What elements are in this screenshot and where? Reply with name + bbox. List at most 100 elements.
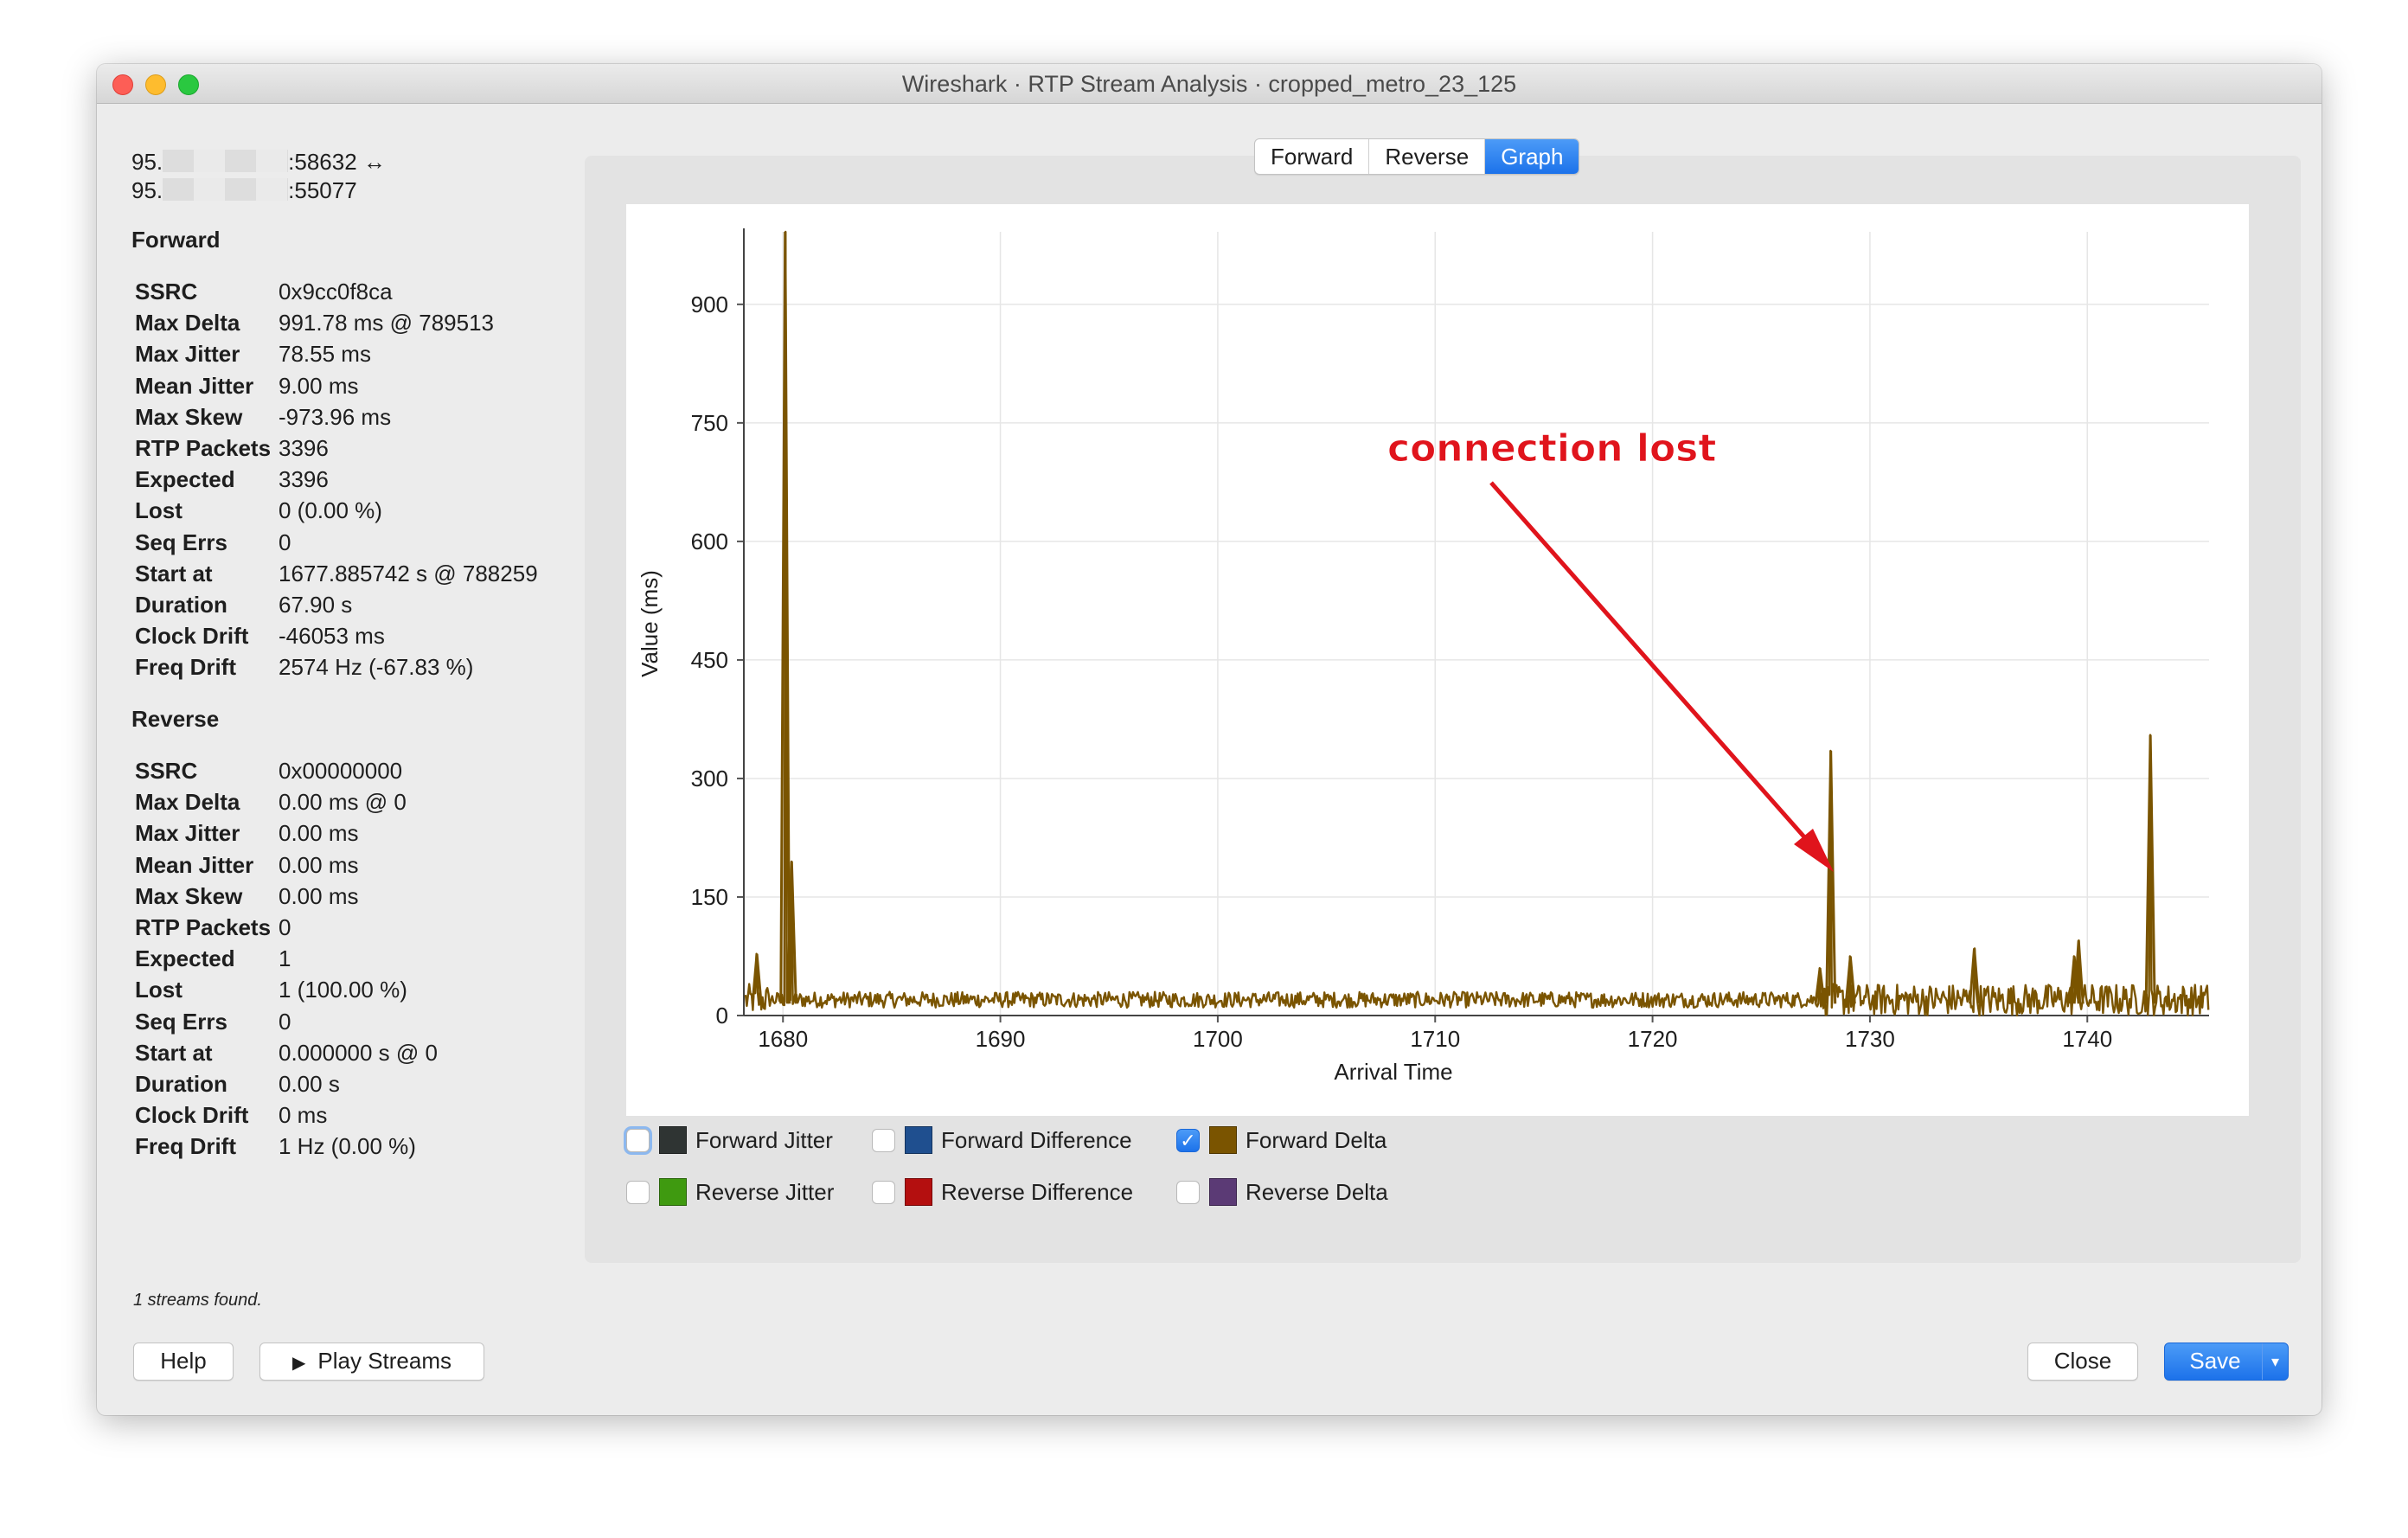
- stat-value: 0.00 ms: [279, 820, 359, 847]
- checkbox[interactable]: [626, 1129, 650, 1152]
- stat-value: 0x00000000: [279, 758, 403, 784]
- x-tick-label: 1710: [1410, 1026, 1460, 1052]
- play-icon: ▶: [292, 1354, 306, 1373]
- save-label: Save: [2189, 1348, 2241, 1374]
- stat-value: 0: [279, 914, 291, 940]
- title-bar: Wireshark · RTP Stream Analysis · croppe…: [97, 64, 2322, 104]
- forward-section-title: Forward: [131, 227, 221, 253]
- stat-value: 67.90 s: [279, 592, 353, 618]
- stat-key: Seq Errs: [135, 1008, 227, 1035]
- stat-key: Start at: [135, 1039, 213, 1066]
- y-tick-label: 450: [691, 647, 728, 673]
- stat-value: 0.00 ms @ 0: [279, 789, 407, 816]
- stat-key: Start at: [135, 560, 213, 586]
- window-title: Wireshark · RTP Stream Analysis · croppe…: [901, 71, 1517, 97]
- checkbox[interactable]: [872, 1181, 895, 1204]
- y-tick-label: 300: [691, 766, 728, 791]
- stat-key: Expected: [135, 945, 235, 972]
- stat-key: Max Delta: [135, 310, 240, 336]
- legend-label: Reverse Delta: [1246, 1179, 1388, 1205]
- save-button[interactable]: Save ▾: [2164, 1343, 2289, 1381]
- legend-label: Reverse Difference: [941, 1179, 1134, 1205]
- help-button[interactable]: Help: [133, 1343, 234, 1381]
- stat-value: 0: [279, 529, 291, 555]
- legend-label: Forward Jitter: [695, 1127, 833, 1153]
- play-streams-button[interactable]: ▶ Play Streams: [259, 1343, 484, 1381]
- close-button[interactable]: Close: [2027, 1343, 2138, 1381]
- play-streams-label: Play Streams: [317, 1348, 452, 1374]
- rtp-stream-analysis-window: Wireshark · RTP Stream Analysis · croppe…: [97, 64, 2322, 1415]
- stat-key: Lost: [135, 497, 183, 524]
- stat-value: 1677.885742 s @ 788259: [279, 560, 538, 586]
- stat-value: 0.00 ms: [279, 882, 359, 909]
- x-tick-label: 1720: [1628, 1026, 1678, 1052]
- connection-address-line-2: 95.:55077: [131, 177, 357, 204]
- stat-key: Duration: [135, 592, 227, 618]
- stat-key: RTP Packets: [135, 914, 272, 940]
- stat-key: Freq Drift: [135, 654, 236, 681]
- y-tick-label: 150: [691, 884, 728, 910]
- stat-value: 0x9cc0f8ca: [279, 279, 393, 304]
- connection-address-line-1: 95. :58632 ↔: [131, 149, 386, 176]
- x-tick-label: 1730: [1845, 1026, 1895, 1052]
- series-color-swatch: [905, 1126, 932, 1154]
- stat-key: Max Jitter: [135, 341, 240, 368]
- rtp-graph[interactable]: 0 150 300 450 600 750 900 1680 1690 1700 1710 1720 1…: [626, 204, 2249, 1116]
- tab-bar: Forward Reverse Graph: [1254, 138, 1580, 175]
- chevron-down-icon[interactable]: ▾: [2262, 1343, 2288, 1380]
- stat-value: 78.55 ms: [279, 341, 371, 368]
- stat-value: 1 Hz (0.00 %): [279, 1133, 416, 1160]
- checkbox[interactable]: [1176, 1181, 1200, 1204]
- connection-lost-annotation: connection lost: [1387, 426, 1716, 471]
- streams-found-status: 1 streams found.: [133, 1291, 262, 1310]
- address-suffix: :55077: [288, 177, 357, 203]
- address-suffix: :58632 ↔: [288, 149, 386, 175]
- legend-label: Forward Difference: [941, 1127, 1132, 1153]
- stat-value: -46053 ms: [279, 623, 385, 650]
- stat-value: 2574 Hz (-67.83 %): [279, 654, 474, 681]
- x-tick-label: 1680: [758, 1026, 808, 1052]
- tab-graph[interactable]: Graph: [1485, 139, 1579, 174]
- stat-key: SSRC: [135, 279, 198, 304]
- x-tick-label: 1740: [2062, 1026, 2112, 1052]
- checkbox[interactable]: [872, 1129, 895, 1152]
- stat-value: 1: [279, 945, 291, 972]
- stat-value: 0.00 s: [279, 1071, 340, 1097]
- stat-key: Seq Errs: [135, 529, 227, 555]
- y-tick-label: 900: [691, 292, 728, 317]
- stat-value: 0.000000 s @ 0: [279, 1039, 438, 1066]
- stat-value: 3396: [279, 466, 329, 493]
- tab-forward[interactable]: Forward: [1255, 139, 1370, 174]
- series-color-swatch: [659, 1178, 687, 1206]
- tab-reverse[interactable]: Reverse: [1369, 139, 1486, 174]
- stat-value: 3396: [279, 435, 329, 461]
- stat-value: 0: [279, 1008, 291, 1035]
- y-tick-label: 0: [716, 1003, 728, 1029]
- x-axis-label: Arrival Time: [1334, 1059, 1452, 1085]
- stat-key: Max Jitter: [135, 820, 240, 847]
- checkbox[interactable]: [626, 1181, 650, 1204]
- address-prefix: 95.: [131, 149, 163, 175]
- stat-key: SSRC: [135, 758, 198, 784]
- x-tick-label: 1690: [976, 1026, 1026, 1052]
- annotation-arrow-shaft: [1489, 481, 1822, 856]
- stat-key: Freq Drift: [135, 1133, 236, 1160]
- legend-label: Forward Delta: [1246, 1127, 1387, 1153]
- stat-value: 0.00 ms: [279, 851, 359, 878]
- checked-checkbox[interactable]: ✓: [1176, 1129, 1200, 1152]
- series-color-swatch: [905, 1178, 932, 1206]
- stat-value: 9.00 ms: [279, 372, 359, 399]
- stat-value: 0 ms: [279, 1102, 328, 1129]
- series-color-swatch: [1209, 1126, 1237, 1154]
- stat-key: Max Delta: [135, 789, 240, 816]
- x-tick-label: 1700: [1193, 1026, 1243, 1052]
- redacted-address-block: [163, 150, 289, 172]
- stat-key: Max Skew: [135, 882, 243, 909]
- stat-key: Mean Jitter: [135, 372, 254, 399]
- y-tick-label: 600: [691, 529, 728, 554]
- reverse-section-title: Reverse: [131, 706, 220, 732]
- legend-label: Reverse Jitter: [695, 1179, 835, 1205]
- stat-value: 991.78 ms @ 789513: [279, 310, 495, 336]
- stat-value: -973.96 ms: [279, 403, 392, 430]
- y-axis-label: Value (ms): [637, 570, 663, 677]
